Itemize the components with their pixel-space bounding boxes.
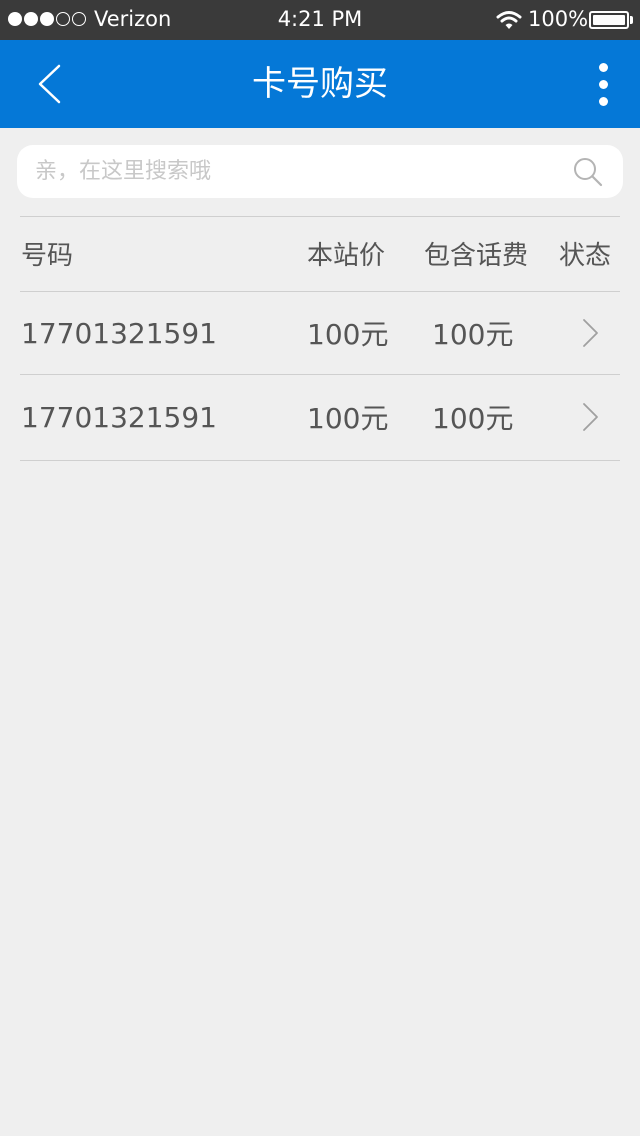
header-number: 号码 bbox=[21, 241, 74, 271]
nav-bar: 卡号购买 bbox=[0, 40, 640, 128]
search-bar bbox=[17, 145, 623, 198]
table-row[interactable]: 17701321591 100元 100元 bbox=[20, 375, 620, 459]
table-header: 号码 本站价 包含话费 状态 bbox=[20, 216, 620, 291]
more-menu-button[interactable] bbox=[580, 58, 626, 110]
header-status: 状态 bbox=[559, 241, 612, 271]
divider bbox=[20, 460, 620, 461]
wifi-icon bbox=[496, 9, 522, 36]
chevron-right-icon bbox=[578, 291, 602, 375]
row-fee: 100元 bbox=[432, 318, 514, 351]
battery-tip bbox=[630, 16, 633, 24]
header-fee: 包含话费 bbox=[424, 241, 529, 271]
header-price: 本站价 bbox=[307, 241, 386, 271]
row-price: 100元 bbox=[307, 318, 389, 351]
more-vertical-icon bbox=[598, 96, 608, 106]
row-number: 17701321591 bbox=[21, 400, 217, 434]
table-row[interactable]: 17701321591 100元 100元 bbox=[20, 291, 620, 375]
row-number: 17701321591 bbox=[21, 316, 217, 350]
battery-percentage: 100% bbox=[528, 7, 589, 31]
more-vertical-icon bbox=[598, 79, 608, 89]
status-bar: Verizon 4:21 PM 100% bbox=[0, 0, 640, 40]
row-fee: 100元 bbox=[432, 402, 514, 435]
page-title: 卡号购买 bbox=[252, 64, 388, 104]
row-price: 100元 bbox=[307, 402, 389, 435]
chevron-right-icon bbox=[578, 375, 602, 459]
search-input[interactable] bbox=[35, 145, 555, 198]
search-icon[interactable] bbox=[572, 156, 604, 188]
battery-icon bbox=[589, 11, 629, 29]
more-vertical-icon bbox=[598, 62, 608, 72]
